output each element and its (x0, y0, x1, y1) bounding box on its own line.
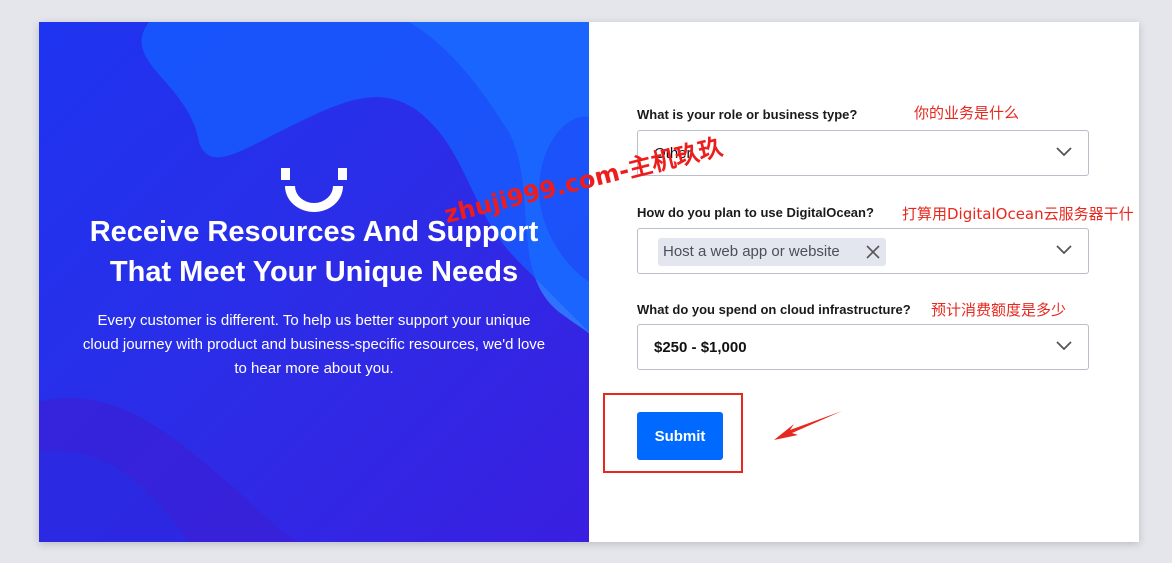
spend-select[interactable]: $250 - $1,000 (637, 324, 1089, 370)
chevron-down-icon (1056, 147, 1072, 157)
spend-annotation: 预计消费额度是多少 (931, 301, 1067, 319)
role-annotation: 你的业务是什么 (914, 104, 1020, 122)
spend-select-value: $250 - $1,000 (654, 339, 747, 356)
arrow-icon (774, 411, 842, 440)
hero-description: Every customer is different. To help us … (82, 312, 546, 377)
smile-icon (281, 168, 347, 212)
hero-title: Receive Resources And Support That Meet … (69, 212, 559, 292)
plan-label: How do you plan to use DigitalOcean? (637, 205, 874, 220)
plan-chip: Host a web app or website (658, 238, 886, 266)
plan-chip-label: Host a web app or website (663, 243, 840, 260)
role-label: What is your role or business type? (637, 107, 858, 122)
hero-panel: Receive Resources And Support That Meet … (39, 22, 589, 542)
plan-multiselect[interactable]: Host a web app or website (637, 228, 1089, 274)
close-icon[interactable] (866, 245, 880, 259)
spend-label: What do you spend on cloud infrastructur… (637, 302, 911, 317)
chevron-down-icon (1056, 245, 1072, 255)
chevron-down-icon (1056, 341, 1072, 351)
signup-card: Receive Resources And Support That Meet … (39, 22, 1139, 542)
plan-annotation: 打算用DigitalOcean云服务器干什 (902, 205, 1134, 223)
hero-title-line2: That Meet Your Unique Needs (109, 256, 519, 288)
submit-highlight-box (603, 393, 743, 473)
